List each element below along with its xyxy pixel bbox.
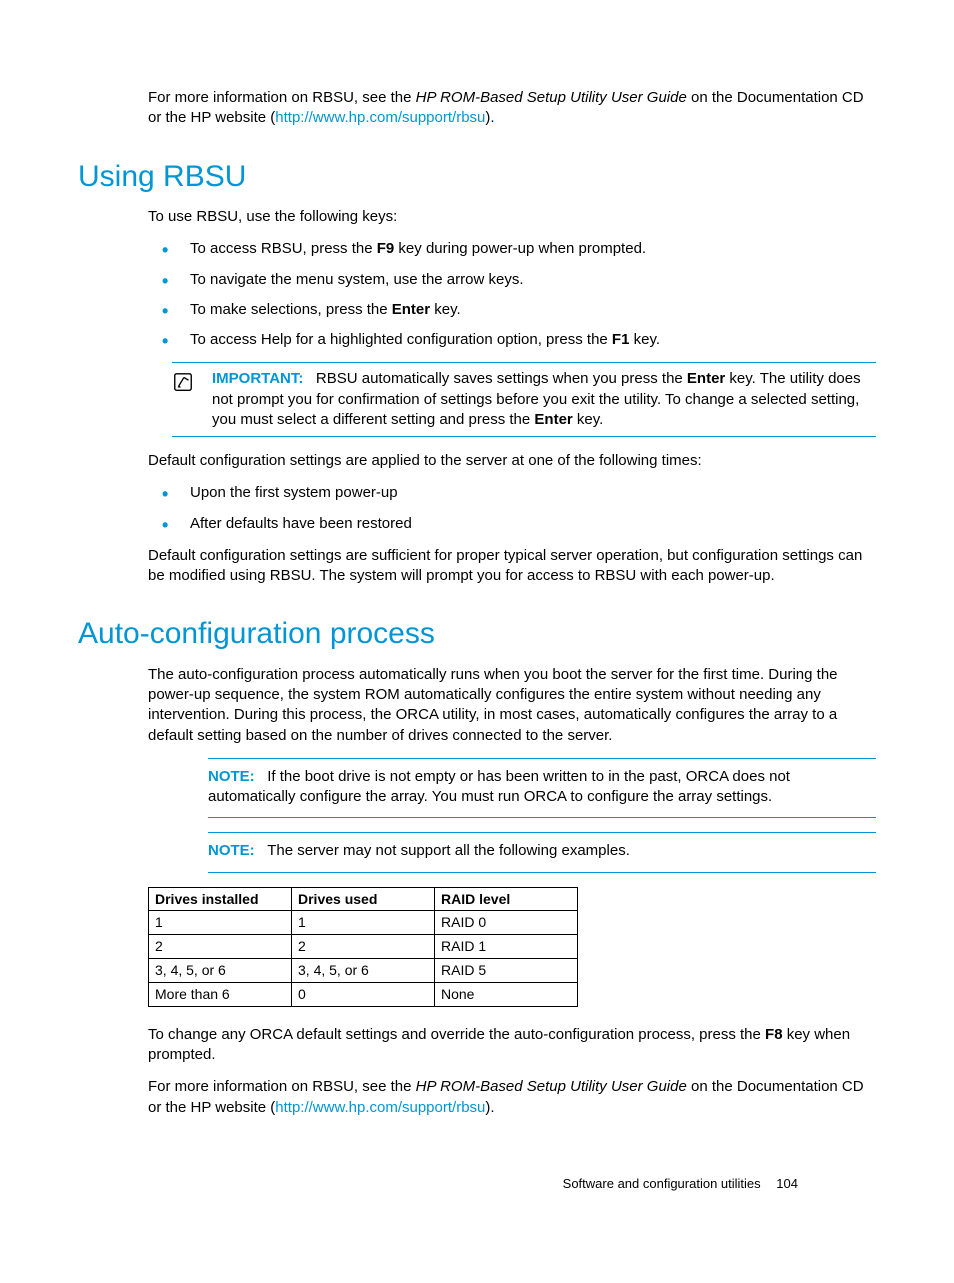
list-item: After defaults have been restored [148,514,876,534]
table-row: 1 1 RAID 0 [149,911,578,935]
intro-text-1: For more information on RBSU, see the [148,89,416,106]
th-raid-level: RAID level [435,887,578,911]
s1-bullet-list: To access RBSU, press the F9 key during … [148,239,876,350]
table-row: More than 6 0 None [149,983,578,1007]
intro-text-3: ). [485,109,494,126]
s2-para3: For more information on RBSU, see the HP… [148,1077,876,1118]
th-drives-installed: Drives installed [149,887,292,911]
page-footer: Software and configuration utilities 104 [563,1175,798,1193]
important-label: IMPORTANT: [212,370,303,387]
important-callout: IMPORTANT: RBSU automatically saves sett… [172,362,876,437]
table-row: 2 2 RAID 1 [149,935,578,959]
note-label: NOTE: [208,768,255,785]
note-text: The server may not support all the follo… [267,842,630,859]
intro-paragraph: For more information on RBSU, see the HP… [148,88,876,129]
note-text: If the boot drive is not empty or has be… [208,768,790,805]
s1-para2: Default configuration settings are appli… [148,451,876,471]
table-row: 3, 4, 5, or 6 3, 4, 5, or 6 RAID 5 [149,959,578,983]
heading-auto-config: Auto-configuration process [78,614,876,655]
list-item: To make selections, press the Enter key. [148,300,876,320]
rbsu-link[interactable]: http://www.hp.com/support/rbsu [275,1099,485,1116]
footer-section: Software and configuration utilities [563,1176,761,1191]
s2-para2: To change any ORCA default settings and … [148,1025,876,1066]
s1-bullet-list-2: Upon the first system power-up After def… [148,483,876,534]
raid-table: Drives installed Drives used RAID level … [148,887,578,1007]
footer-page-number: 104 [776,1176,798,1191]
intro-italic: HP ROM-Based Setup Utility User Guide [416,89,687,106]
s2-para1: The auto-configuration process automatic… [148,665,876,746]
table-header-row: Drives installed Drives used RAID level [149,887,578,911]
note-label: NOTE: [208,842,255,859]
list-item: To access Help for a highlighted configu… [148,330,876,350]
important-icon [172,369,212,430]
note-callout-2: NOTE: The server may not support all the… [208,832,876,872]
heading-using-rbsu: Using RBSU [78,157,876,198]
important-body: IMPORTANT: RBSU automatically saves sett… [212,369,876,430]
intro-link[interactable]: http://www.hp.com/support/rbsu [275,109,485,126]
list-item: To access RBSU, press the F9 key during … [148,239,876,259]
th-drives-used: Drives used [292,887,435,911]
list-item: To navigate the menu system, use the arr… [148,270,876,290]
s1-lead: To use RBSU, use the following keys: [148,207,876,227]
s1-para3: Default configuration settings are suffi… [148,546,876,587]
list-item: Upon the first system power-up [148,483,876,503]
note-callout-1: NOTE: If the boot drive is not empty or … [208,758,876,819]
